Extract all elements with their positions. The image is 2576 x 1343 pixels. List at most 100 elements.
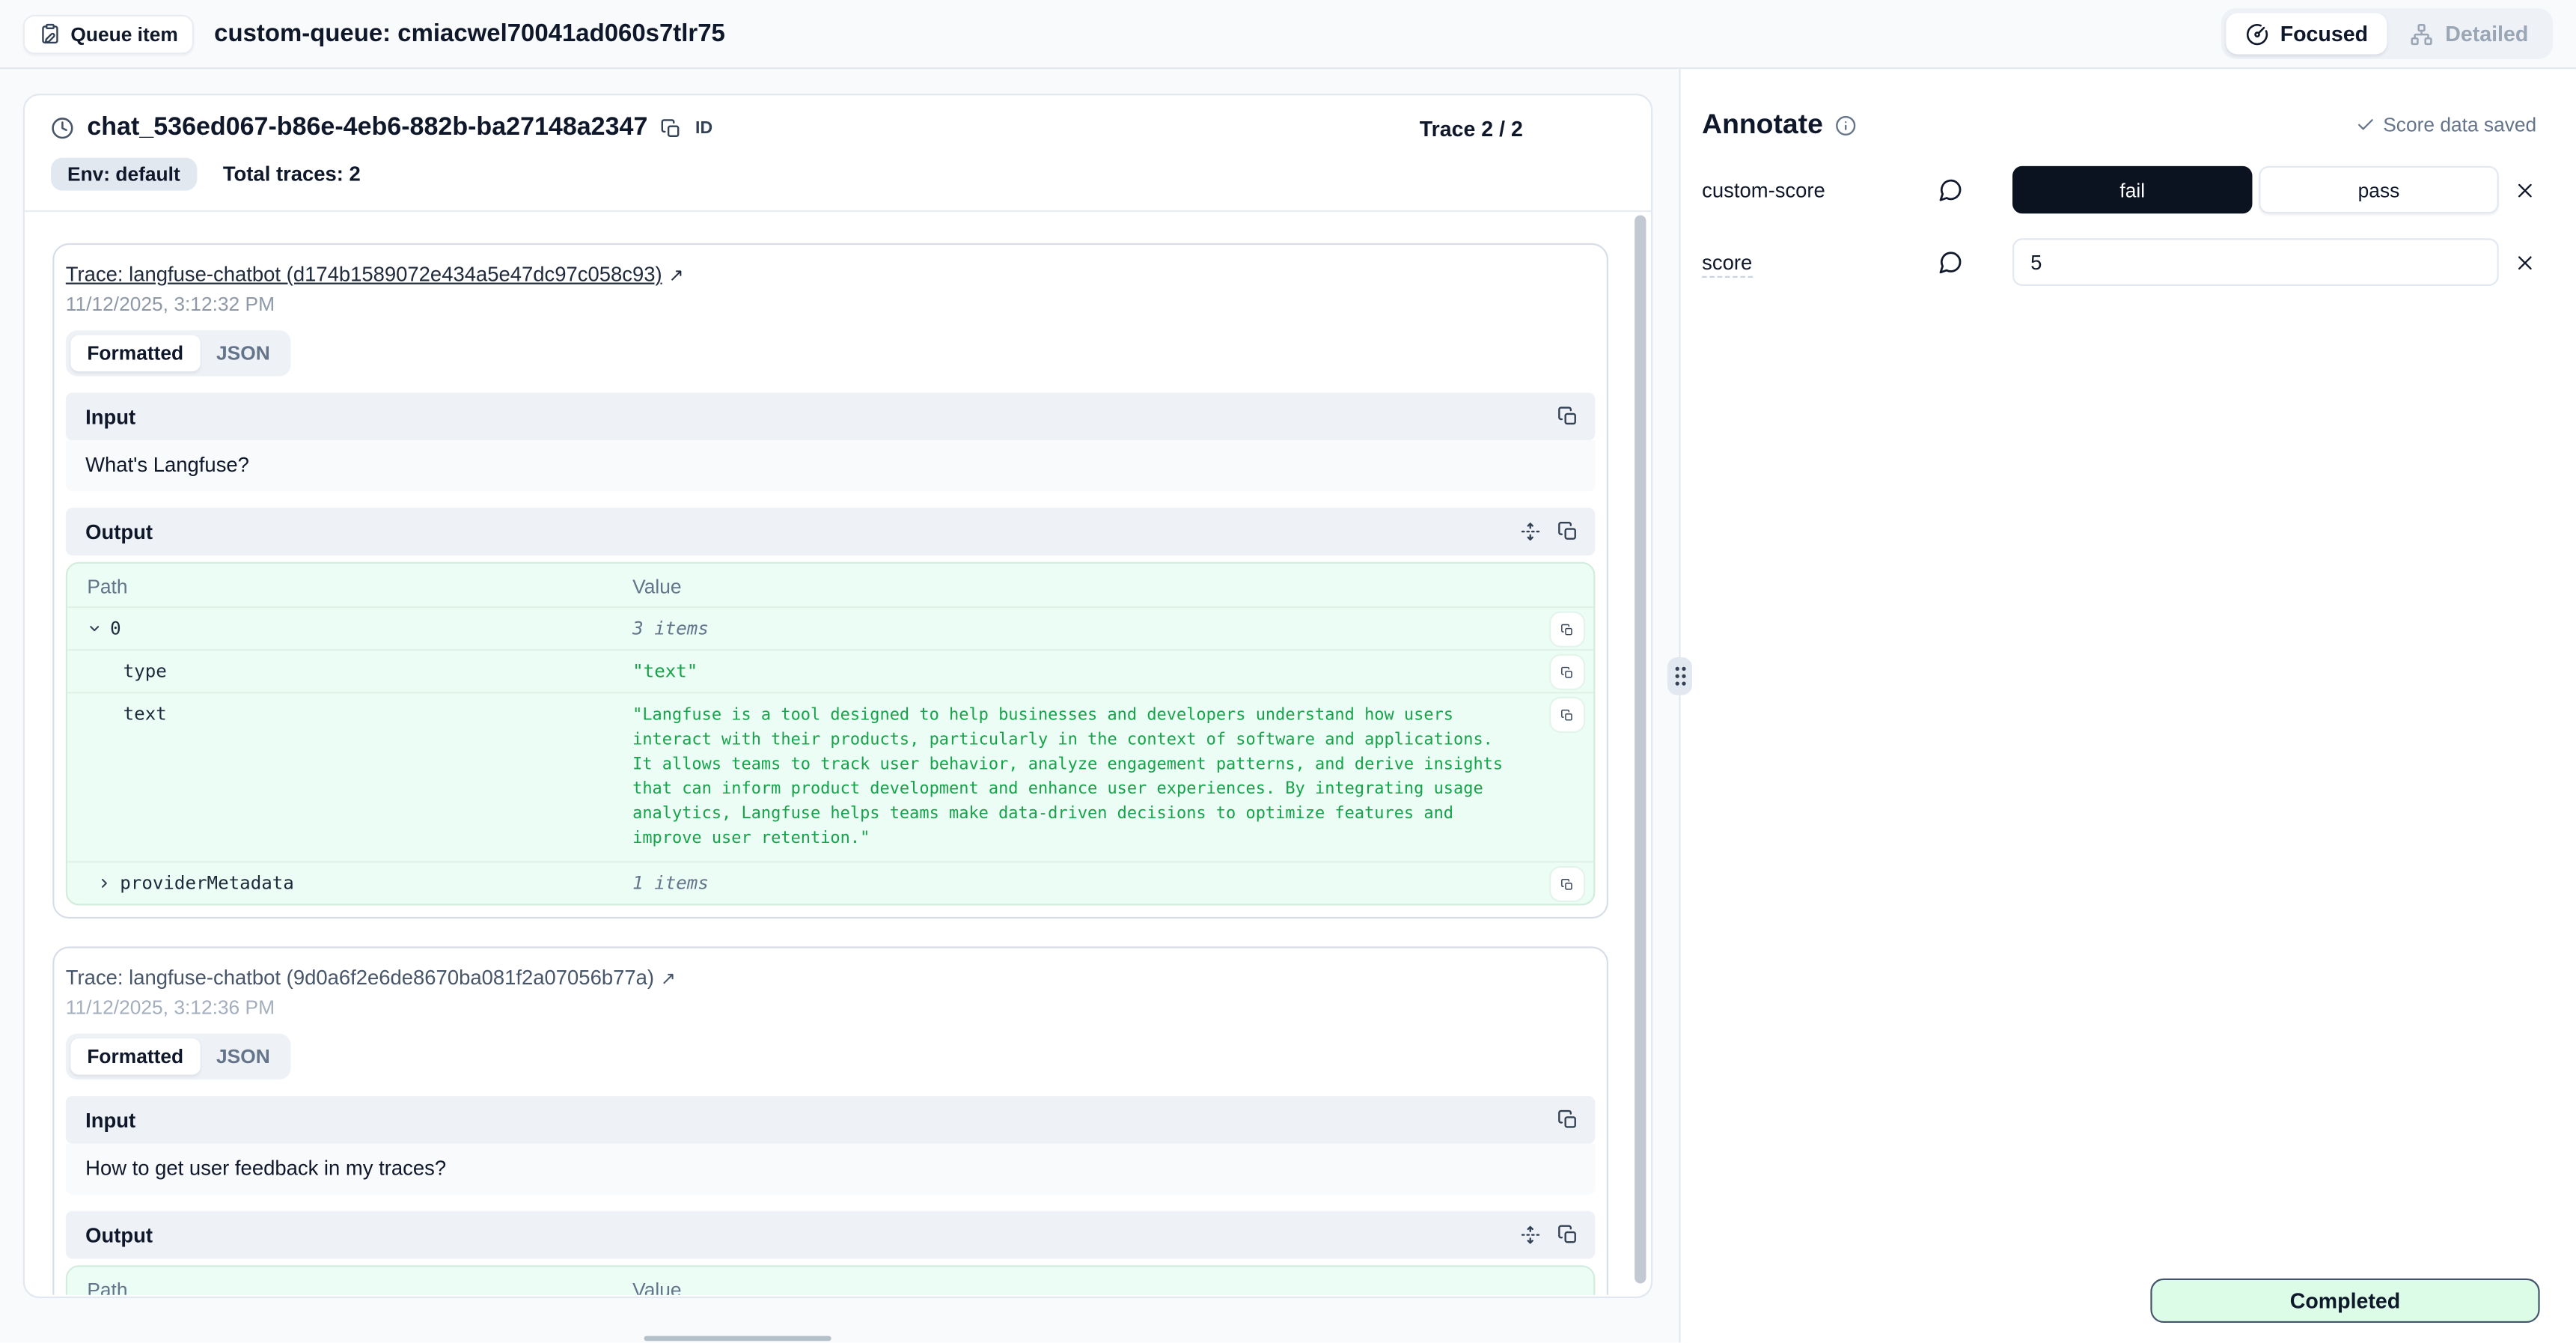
table-row: providerMetadata 1 items xyxy=(67,861,1593,904)
input-text: How to get user feedback in my traces? xyxy=(66,1144,1596,1195)
score-label: score xyxy=(1702,251,1938,274)
copy-input-button[interactable] xyxy=(1557,406,1579,427)
value-column-header: Value xyxy=(613,1267,1593,1294)
id-label: ID xyxy=(695,118,712,138)
copy-icon xyxy=(1560,875,1574,893)
chevron-down-icon[interactable] xyxy=(87,621,102,636)
copy-row-value-button[interactable] xyxy=(1551,868,1584,901)
copy-row-value-button[interactable] xyxy=(1551,613,1584,646)
clock-icon xyxy=(51,117,74,140)
chevron-right-icon[interactable] xyxy=(97,876,112,891)
path-column-header: Path xyxy=(67,564,613,606)
table-row: text "Langfuse is a tool designed to hel… xyxy=(67,692,1593,861)
focused-label: Focused xyxy=(2280,22,2368,46)
copy-icon xyxy=(1557,1224,1579,1246)
trace-item-1: Trace: langfuse-chatbot (d174b1589072e43… xyxy=(52,243,1608,919)
copy-row-value-button[interactable] xyxy=(1551,698,1584,731)
scrollbar-thumb[interactable] xyxy=(1635,216,1646,1284)
trace-timestamp: 11/12/2025, 3:12:32 PM xyxy=(66,293,1596,316)
panel-divider xyxy=(1679,69,1680,1342)
close-icon xyxy=(2514,178,2537,201)
delete-score-button[interactable] xyxy=(2514,178,2537,201)
output-header: Output xyxy=(66,1211,1596,1259)
trace-timestamp: 11/12/2025, 3:12:36 PM xyxy=(66,996,1596,1019)
annotate-panel: Annotate Score data saved custom-score f… xyxy=(1681,69,2576,1342)
trace-scroll-area: Trace: langfuse-chatbot (d174b1589072e43… xyxy=(25,213,1651,1294)
copy-icon xyxy=(1557,521,1579,543)
score-label: custom-score xyxy=(1702,178,1938,201)
value-column-header: Value xyxy=(613,564,1593,606)
score-row-custom-score: custom-score fail pass xyxy=(1702,166,2536,214)
total-traces: Total traces: 2 xyxy=(223,162,361,186)
trace-counter: Trace 2 / 2 xyxy=(1420,116,1625,141)
main-area: chat_536ed067-b86e-4eb6-882b-ba27148a234… xyxy=(0,69,2576,1342)
input-text: What's Langfuse? xyxy=(66,440,1596,491)
copy-row-value-button[interactable] xyxy=(1551,656,1584,689)
session-title: chat_536ed067-b86e-4eb6-882b-ba27148a234… xyxy=(87,113,647,143)
trace-panel-header: chat_536ed067-b86e-4eb6-882b-ba27148a234… xyxy=(25,95,1651,212)
clipboard-pen-icon xyxy=(40,23,61,45)
copy-output-button[interactable] xyxy=(1557,521,1579,543)
check-icon xyxy=(2355,115,2375,135)
copy-icon xyxy=(1557,1109,1579,1131)
format-tabs: Formatted JSON xyxy=(66,1034,292,1079)
copy-icon xyxy=(1560,706,1574,724)
path-column-header: Path xyxy=(67,1267,613,1294)
option-pass-button[interactable]: pass xyxy=(2259,166,2498,214)
table-header-row: Path Value xyxy=(67,564,1593,606)
comment-icon[interactable] xyxy=(1938,177,1963,202)
unfold-vertical-icon xyxy=(1519,1224,1541,1246)
categorical-options: fail pass xyxy=(2012,166,2499,214)
trace-link-1[interactable]: Trace: langfuse-chatbot (d174b1589072e43… xyxy=(66,263,684,286)
vertical-scrollbar xyxy=(1635,216,1646,1280)
input-header: Input xyxy=(66,393,1596,441)
copy-input-button[interactable] xyxy=(1557,1109,1579,1131)
expand-output-button[interactable] xyxy=(1519,521,1541,543)
resize-handle[interactable] xyxy=(1667,657,1692,695)
copy-output-button[interactable] xyxy=(1557,1224,1579,1246)
table-row: type "text" xyxy=(67,649,1593,692)
detailed-label: Detailed xyxy=(2445,22,2528,46)
page-title: custom-queue: cmiacwel70041ad060s7tlr75 xyxy=(214,19,725,47)
env-badge: Env: default xyxy=(51,158,197,191)
comment-icon[interactable] xyxy=(1938,250,1963,275)
external-link-icon: ↗ xyxy=(661,968,676,990)
delete-score-button[interactable] xyxy=(2514,251,2537,274)
detailed-toggle-button[interactable]: Detailed xyxy=(2391,13,2548,55)
gauge-icon xyxy=(2246,22,2269,46)
queue-item-badge: Queue item xyxy=(23,14,195,54)
trace-link-2[interactable]: Trace: langfuse-chatbot (9d0a6f2e6de8670… xyxy=(66,966,676,990)
queue-item-badge-label: Queue item xyxy=(70,22,177,46)
tab-formatted[interactable]: Formatted xyxy=(70,1038,200,1074)
tree-view-icon xyxy=(2411,22,2434,46)
output-json-table: Path Value 0 3 items xyxy=(66,562,1596,906)
annotate-title: Annotate xyxy=(1702,109,1823,141)
close-icon xyxy=(2514,251,2537,274)
tab-json[interactable]: JSON xyxy=(200,335,287,371)
format-tabs: Formatted JSON xyxy=(66,330,292,376)
info-icon[interactable] xyxy=(1834,115,1856,136)
horizontal-scrollbar[interactable] xyxy=(644,1336,831,1342)
input-header: Input xyxy=(66,1096,1596,1144)
option-fail-button[interactable]: fail xyxy=(2012,166,2252,214)
tab-formatted[interactable]: Formatted xyxy=(70,335,200,371)
tab-json[interactable]: JSON xyxy=(200,1038,287,1074)
copy-id-button[interactable] xyxy=(661,118,683,139)
output-header: Output xyxy=(66,508,1596,555)
output-json-table: Path Value 0 3 items xyxy=(66,1265,1596,1295)
trace-region: chat_536ed067-b86e-4eb6-882b-ba27148a234… xyxy=(0,69,1679,1342)
trace-item-2: Trace: langfuse-chatbot (9d0a6f2e6de8670… xyxy=(52,946,1608,1294)
unfold-vertical-icon xyxy=(1519,521,1541,543)
score-input[interactable] xyxy=(2012,238,2499,286)
expand-output-button[interactable] xyxy=(1519,1224,1541,1246)
copy-icon xyxy=(1560,621,1574,639)
save-status: Score data saved xyxy=(2355,113,2536,136)
top-header: Queue item custom-queue: cmiacwel70041ad… xyxy=(0,0,2576,69)
copy-icon xyxy=(1560,663,1574,681)
focused-toggle-button[interactable]: Focused xyxy=(2226,13,2387,55)
completed-button[interactable]: Completed xyxy=(2150,1279,2539,1323)
view-toggle: Focused Detailed xyxy=(2221,8,2554,59)
score-row-score: score xyxy=(1702,238,2536,286)
copy-icon xyxy=(661,118,683,139)
grip-dots-icon xyxy=(1673,666,1687,687)
